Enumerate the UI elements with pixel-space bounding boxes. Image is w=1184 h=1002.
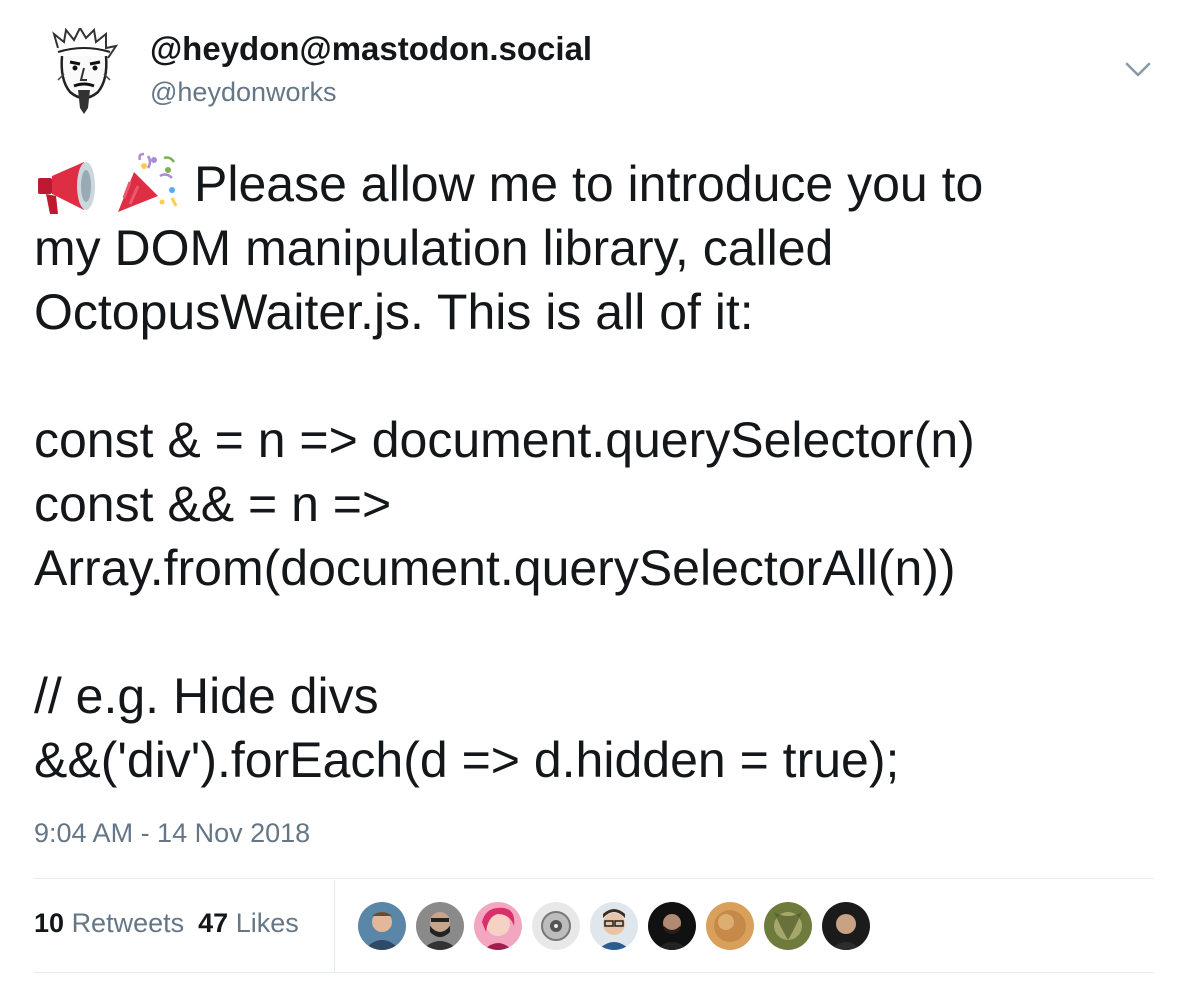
liker-avatar[interactable] xyxy=(706,902,754,950)
liker-avatar[interactable] xyxy=(648,902,696,950)
liker-avatar[interactable] xyxy=(532,902,580,950)
retweets-count: 10 xyxy=(34,908,65,938)
tweet-stats: 10 Retweets 47 Likes xyxy=(34,908,299,939)
tweet-line: Array.from(document.querySelectorAll(n)) xyxy=(34,540,956,596)
tweet-line: // e.g. Hide divs xyxy=(34,668,379,724)
tweet-timestamp[interactable]: 9:04 AM - 14 Nov 2018 xyxy=(34,818,310,849)
megaphone-emoji-icon xyxy=(34,152,100,216)
tweet-line-text: Please allow me to introduce you to xyxy=(194,156,984,212)
liker-avatar[interactable] xyxy=(822,902,870,950)
likes-stat[interactable]: 47 Likes xyxy=(198,908,299,938)
tweet-line: const & = n => document.querySelector(n) xyxy=(34,412,975,468)
retweets-label: Retweets xyxy=(71,908,185,938)
divider xyxy=(34,972,1154,973)
stats-divider xyxy=(334,880,335,972)
likes-label: Likes xyxy=(235,908,299,938)
party-popper-emoji-icon xyxy=(114,152,180,216)
display-name[interactable]: @heydon@mastodon.social xyxy=(150,30,592,68)
likes-count: 47 xyxy=(198,908,229,938)
retweets-stat[interactable]: 10 Retweets xyxy=(34,908,184,938)
tweet-line xyxy=(34,600,1154,664)
liker-avatar[interactable] xyxy=(416,902,464,950)
tweet-line: my DOM manipulation library, called xyxy=(34,220,834,276)
liker-avatar[interactable] xyxy=(764,902,812,950)
liker-avatar[interactable] xyxy=(590,902,638,950)
liker-avatar[interactable] xyxy=(358,902,406,950)
chevron-down-icon[interactable] xyxy=(1124,60,1152,80)
tweet-line: &&('div').forEach(d => d.hidden = true); xyxy=(34,732,900,788)
avatar[interactable] xyxy=(44,25,124,114)
tweet-line: OctopusWaiter.js. This is all of it: xyxy=(34,284,754,340)
tweet-line: const && = n => xyxy=(34,476,392,532)
liker-avatar[interactable] xyxy=(474,902,522,950)
tweet-line: Please allow me to introduce you to xyxy=(34,152,1154,216)
tweet-line xyxy=(34,344,1154,408)
user-handle[interactable]: @heydonworks xyxy=(150,77,337,108)
tweet-text: Please allow me to introduce you to my D… xyxy=(34,152,1154,792)
divider xyxy=(34,878,1154,879)
